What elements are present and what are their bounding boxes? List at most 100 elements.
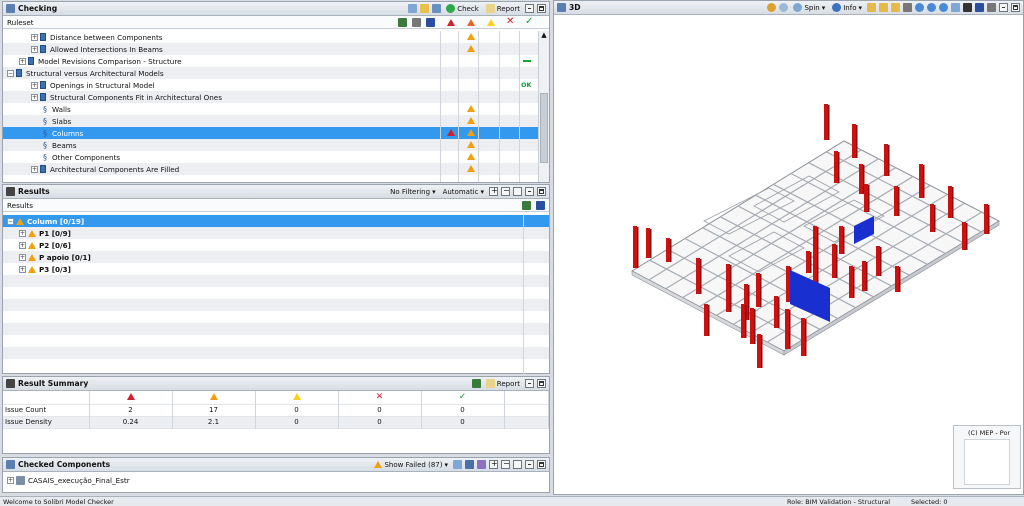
- column-side: [828, 105, 830, 140]
- minimap[interactable]: (C) MEP - Por: [953, 425, 1021, 489]
- expand-toggle[interactable]: −: [7, 217, 14, 225]
- minimize-button[interactable]: [525, 187, 534, 196]
- warning-icon: [467, 165, 475, 172]
- parameter-icon[interactable]: [412, 18, 421, 27]
- scroll-up-arrow[interactable]: ▲: [539, 31, 549, 41]
- list-view-button[interactable]: [513, 187, 522, 196]
- moderate-filter-icon[interactable]: [487, 19, 495, 26]
- users-icon[interactable]: [522, 201, 531, 210]
- result-row[interactable]: − Column [0/19]: [3, 215, 549, 227]
- folder-icon[interactable]: [420, 4, 430, 13]
- filter-dropdown[interactable]: No Filtering ▾: [388, 186, 437, 197]
- summary-report-button[interactable]: Report: [484, 378, 522, 389]
- zoom-fit-icon[interactable]: [939, 3, 948, 12]
- rule-document-icon: [16, 69, 22, 77]
- rejected-filter-icon[interactable]: ✕: [506, 16, 514, 27]
- maximize-button[interactable]: [537, 460, 546, 469]
- save-icon[interactable]: [432, 4, 442, 13]
- tree-icon[interactable]: [465, 460, 474, 469]
- warning-icon: [467, 33, 475, 40]
- 3d-model-canvas[interactable]: [554, 16, 1023, 495]
- spin-dropdown[interactable]: Spin ▾: [791, 2, 827, 13]
- table-icon[interactable]: [426, 18, 435, 27]
- rejected-column-header: ✕: [338, 391, 422, 404]
- result-row-label: P2 [0/6]: [39, 240, 71, 250]
- show-failed-label: Show Failed (87): [384, 460, 443, 469]
- mode-dropdown[interactable]: Automatic ▾: [441, 186, 486, 197]
- result-row[interactable]: + P2 [0/6]: [3, 239, 549, 251]
- column-side: [670, 239, 672, 262]
- maximize-button[interactable]: [537, 379, 546, 388]
- expand-toggle[interactable]: +: [19, 241, 26, 249]
- redo-icon[interactable]: [779, 3, 789, 12]
- report-button[interactable]: Report: [484, 3, 522, 14]
- expand-all-button[interactable]: [489, 459, 498, 469]
- show-failed-dropdown[interactable]: Show Failed (87) ▾: [372, 459, 450, 470]
- users-icon[interactable]: [471, 379, 481, 388]
- expand-all-button[interactable]: [489, 186, 498, 196]
- expand-toggle[interactable]: +: [7, 476, 14, 484]
- open-ruleset-icon[interactable]: [408, 4, 418, 13]
- result-row[interactable]: + P1 [0/9]: [3, 227, 549, 239]
- table-icon[interactable]: [536, 201, 545, 210]
- maximize-button[interactable]: [1011, 3, 1020, 12]
- critical-filter-icon[interactable]: [447, 19, 455, 26]
- maximize-button[interactable]: [537, 187, 546, 196]
- view-cube-icon[interactable]: [963, 3, 972, 12]
- minimize-button[interactable]: [525, 379, 534, 388]
- spin-icon: [793, 3, 803, 12]
- collapse-all-button[interactable]: [501, 186, 510, 196]
- passed-dash-icon: [523, 60, 531, 62]
- layout-icon[interactable]: [975, 3, 984, 12]
- scroll-thumb[interactable]: [540, 93, 548, 163]
- expand-toggle[interactable]: +: [19, 229, 26, 237]
- passed-column-header: ✓: [421, 391, 505, 404]
- column-side: [966, 223, 968, 250]
- result-row[interactable]: + P3 [0/3]: [3, 263, 549, 275]
- expand-toggle[interactable]: +: [31, 33, 38, 41]
- undo-icon[interactable]: [767, 3, 777, 12]
- column: [862, 261, 866, 291]
- passed-filter-icon[interactable]: ✓: [525, 16, 533, 27]
- box-icon[interactable]: [867, 3, 876, 12]
- minimize-button[interactable]: [525, 460, 534, 469]
- status-bar: Welcome to Solibri Model Checker Role: B…: [0, 496, 1024, 506]
- zoom-in-icon[interactable]: [915, 3, 924, 12]
- expand-toggle[interactable]: +: [19, 253, 26, 261]
- maximize-button[interactable]: [537, 4, 546, 13]
- column-side: [761, 335, 763, 368]
- list-view-button[interactable]: [513, 460, 522, 469]
- expand-toggle[interactable]: +: [19, 265, 26, 273]
- hierarchy-icon[interactable]: [453, 460, 462, 469]
- check-button[interactable]: Check: [444, 3, 481, 14]
- major-filter-icon[interactable]: [467, 19, 475, 26]
- checkmark-icon: ✓: [458, 392, 467, 403]
- expand-toggle[interactable]: +: [31, 93, 38, 101]
- minimize-button[interactable]: [999, 3, 1008, 12]
- expand-toggle[interactable]: +: [19, 57, 26, 65]
- checked-model-item[interactable]: + CASAIS_execução_Final_Estr: [3, 474, 549, 486]
- results-title: Results: [18, 187, 50, 196]
- expand-toggle[interactable]: −: [7, 69, 14, 77]
- grid-icon[interactable]: [987, 3, 996, 12]
- expand-toggle[interactable]: +: [31, 45, 38, 53]
- users-icon[interactable]: [398, 18, 407, 27]
- minimize-button[interactable]: [525, 4, 534, 13]
- zoom-window-icon[interactable]: [951, 3, 960, 12]
- ruleset-row-label: Other Components: [52, 152, 121, 162]
- expand-toggle[interactable]: +: [31, 165, 38, 173]
- collapse-all-button[interactable]: [501, 459, 510, 469]
- expand-toggle[interactable]: +: [31, 81, 38, 89]
- warning-icon: [467, 105, 475, 112]
- section-icon[interactable]: [879, 3, 888, 12]
- report-icon: [485, 4, 495, 13]
- slice-icon[interactable]: [891, 3, 900, 12]
- layers-icon[interactable]: [477, 460, 486, 469]
- column: [849, 266, 853, 298]
- result-row[interactable]: + P apoio [0/1]: [3, 251, 549, 263]
- column: [919, 164, 923, 198]
- ruleset-scrollbar[interactable]: ▲: [538, 31, 549, 182]
- zoom-out-icon[interactable]: [927, 3, 936, 12]
- info-dropdown[interactable]: Info ▾: [830, 2, 864, 13]
- camera-icon[interactable]: [903, 3, 912, 12]
